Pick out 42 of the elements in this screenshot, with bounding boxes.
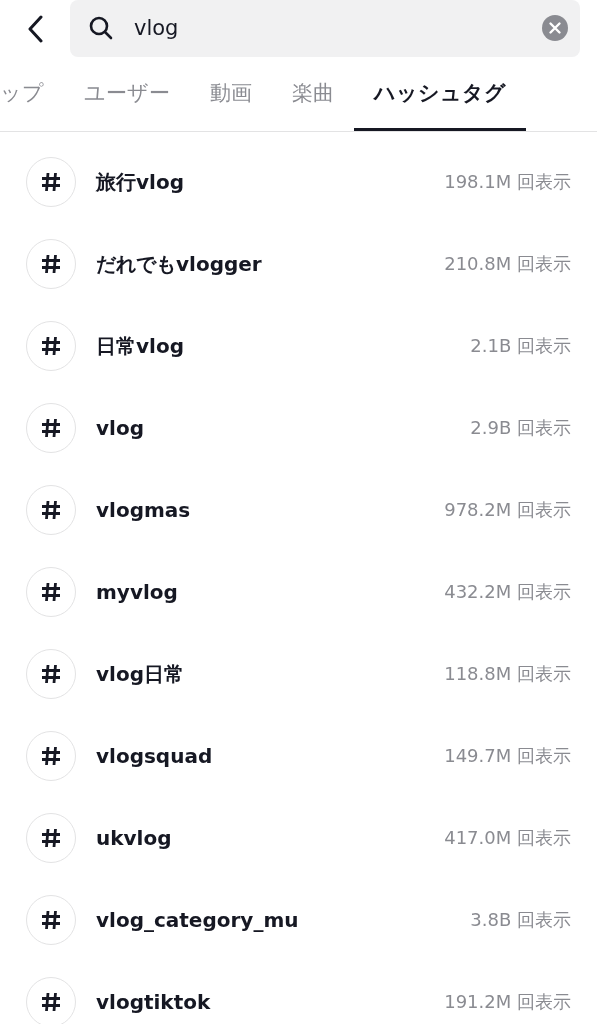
view-count: 417.0M 回表示 <box>444 826 571 850</box>
hashtag-name[interactable]: vlogsquad <box>96 744 445 768</box>
hashtag-icon <box>26 157 76 207</box>
hashtag-icon <box>26 731 76 781</box>
hashtag-icon <box>26 321 76 371</box>
clear-icon[interactable] <box>542 15 568 41</box>
hashtag-icon <box>26 649 76 699</box>
view-count: 2.1B 回表示 <box>470 334 571 358</box>
tab[interactable]: ップ <box>0 58 64 131</box>
search-input[interactable]: vlog <box>134 16 522 40</box>
hashtag-name[interactable]: vlog_category_mu <box>96 908 471 932</box>
hashtag-name[interactable]: だれでもvlogger <box>96 250 445 278</box>
search-icon <box>88 15 114 41</box>
hashtag-icon <box>26 895 76 945</box>
view-count: 2.9B 回表示 <box>470 416 571 440</box>
back-icon[interactable] <box>27 15 43 43</box>
hashtag-icon <box>26 485 76 535</box>
view-count: 198.1M 回表示 <box>444 170 571 194</box>
view-count: 978.2M 回表示 <box>444 498 571 522</box>
hashtag-name[interactable]: 旅行vlog <box>96 168 445 196</box>
hashtag-icon <box>26 813 76 863</box>
hashtag-name[interactable]: ukvlog <box>96 826 445 850</box>
hashtag-name[interactable]: vlog日常 <box>96 660 445 688</box>
hashtag-name[interactable]: vlog <box>96 416 471 440</box>
view-count: 118.8M 回表示 <box>444 662 571 686</box>
hashtag-icon <box>26 977 76 1024</box>
hashtag-name[interactable]: myvlog <box>96 580 445 604</box>
tab[interactable]: ハッシュタグ <box>354 58 526 131</box>
tab[interactable]: 楽曲 <box>272 58 354 131</box>
tab[interactable]: 動画 <box>190 58 272 131</box>
hashtag-icon <box>26 403 76 453</box>
hashtag-icon <box>26 239 76 289</box>
view-count: 149.7M 回表示 <box>444 744 571 768</box>
hashtag-name[interactable]: 日常vlog <box>96 332 471 360</box>
hashtag-name[interactable]: vlogtiktok <box>96 990 445 1014</box>
hashtag-name[interactable]: vlogmas <box>96 498 445 522</box>
view-count: 432.2M 回表示 <box>444 580 571 604</box>
view-count: 191.2M 回表示 <box>444 990 571 1014</box>
view-count: 3.8B 回表示 <box>470 908 571 932</box>
view-count: 210.8M 回表示 <box>444 252 571 276</box>
search-field[interactable]: vlog <box>70 0 580 57</box>
hashtag-icon <box>26 567 76 617</box>
